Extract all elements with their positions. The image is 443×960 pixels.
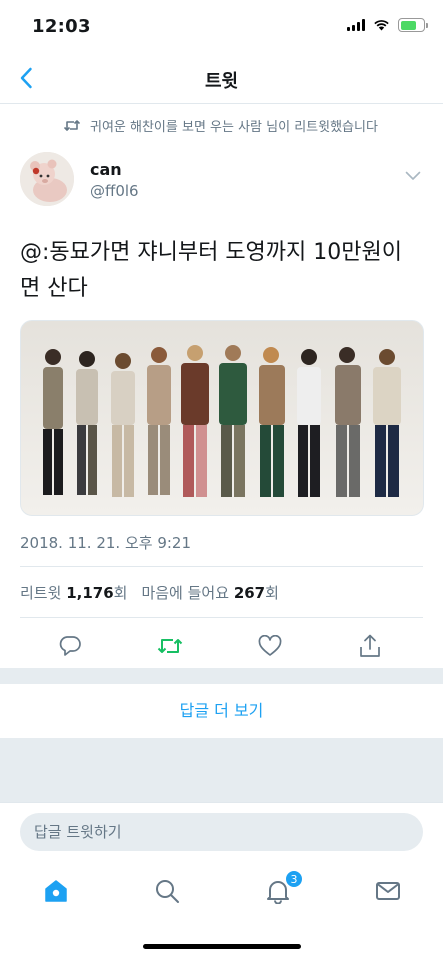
tab-notifications[interactable]: 3 xyxy=(263,870,303,906)
empty-area xyxy=(0,738,443,802)
status-bar: 12:03 xyxy=(0,0,443,52)
tweet-stats: 리트윗 1,176회 마음에 들어요 267회 xyxy=(20,566,423,618)
more-replies-link[interactable]: 답글 더 보기 xyxy=(0,684,443,738)
retweet-context-text: 귀여운 해찬이를 보면 우는 사람 님이 리트윗했습니다 xyxy=(90,120,378,135)
retweet-stat[interactable]: 리트윗 1,176회 xyxy=(20,582,127,603)
retweet-icon xyxy=(64,120,80,131)
caret-down-icon xyxy=(405,171,421,180)
reply-button[interactable] xyxy=(56,632,84,660)
like-icon xyxy=(258,635,282,656)
like-button[interactable] xyxy=(256,632,284,660)
tab-messages[interactable] xyxy=(373,876,403,906)
signal-icon xyxy=(347,19,365,31)
notifications-badge: 3 xyxy=(285,870,303,888)
tweet-text: @:동묘가면 쟈니부터 도영까지 10만원이면 산다 xyxy=(20,240,402,301)
retweet-count-unit: 회 xyxy=(113,583,128,602)
retweet-stat-label: 리트윗 xyxy=(20,583,62,602)
like-stat-label: 마음에 들어요 xyxy=(141,583,230,602)
like-count: 267 xyxy=(233,583,266,602)
wifi-icon xyxy=(374,20,389,31)
home-indicator[interactable] xyxy=(143,944,301,949)
avatar[interactable] xyxy=(20,152,74,206)
messages-icon xyxy=(376,882,400,900)
tweet-options-button[interactable] xyxy=(405,166,425,180)
tab-home[interactable] xyxy=(41,876,71,906)
retweet-context[interactable]: 귀여운 해찬이를 보면 우는 사람 님이 리트윗했습니다 xyxy=(64,116,433,135)
tab-search[interactable] xyxy=(152,876,182,906)
status-icons xyxy=(347,18,428,32)
page-title: 트윗 xyxy=(204,71,239,92)
battery-icon xyxy=(398,18,428,32)
section-divider xyxy=(0,668,443,684)
retweet-count: 1,176 xyxy=(66,583,114,602)
bear-avatar-image xyxy=(20,152,74,206)
author-handle[interactable]: @ff0l6 xyxy=(90,182,139,200)
author-name[interactable]: can xyxy=(90,160,122,179)
tweet-actions xyxy=(0,626,443,666)
like-stat[interactable]: 마음에 들어요 267회 xyxy=(141,582,278,603)
nav-header: 트윗 xyxy=(0,52,443,104)
tweet-image[interactable] xyxy=(20,320,424,516)
group-photo-image xyxy=(21,321,423,515)
search-icon xyxy=(156,880,179,903)
tweet-timestamp: 2018. 11. 21. 오후 9:21 xyxy=(20,534,192,552)
retweet-button[interactable] xyxy=(156,632,184,660)
like-count-unit: 회 xyxy=(265,583,279,602)
share-button[interactable] xyxy=(356,632,384,660)
home-icon xyxy=(45,880,67,902)
reply-bar: 답글 트윗하기 xyxy=(0,802,443,860)
reply-input[interactable]: 답글 트윗하기 xyxy=(20,813,423,851)
reply-icon xyxy=(59,636,81,656)
share-icon xyxy=(360,634,380,657)
status-time: 12:03 xyxy=(32,16,91,37)
retweet-icon xyxy=(157,639,183,653)
